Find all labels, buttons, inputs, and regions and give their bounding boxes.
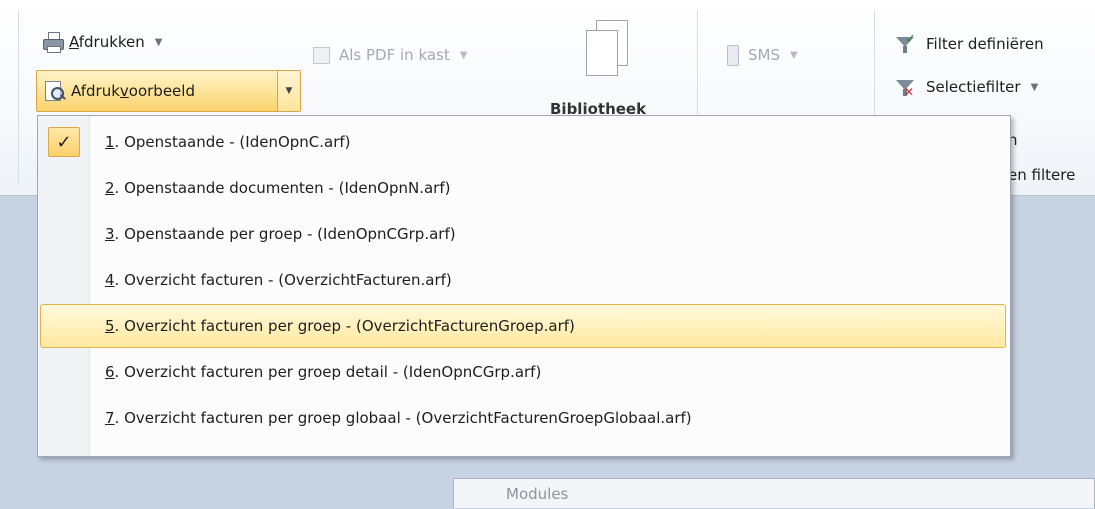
menu-item-overzicht-facturen-per-groep[interactable]: 5. Overzicht facturen per groep - (Overz… xyxy=(40,304,1006,348)
sms-label: SMS xyxy=(748,46,780,64)
pdf-in-cabinet-button[interactable]: Als PDF in kast ▼ xyxy=(311,45,467,65)
print-preview-dropdown-arrow[interactable]: ▼ xyxy=(277,71,300,111)
selection-filter-button[interactable]: ✕ Selectiefilter ▼ xyxy=(894,76,1038,98)
library-icon xyxy=(582,20,632,80)
print-label: Afdrukken xyxy=(69,33,145,51)
pdf-in-cabinet-label: Als PDF in kast xyxy=(339,46,450,64)
menu-item-overzicht-facturen[interactable]: 4. Overzicht facturen - (OverzichtFactur… xyxy=(40,258,1006,302)
printer-icon xyxy=(42,32,64,53)
menu-item-openstaande[interactable]: ✓ 1. Openstaande - (IdenOpnC.arf) xyxy=(40,120,1006,164)
filter-define-button[interactable]: ✓ Filter definiëren xyxy=(894,33,1044,55)
filter-check-icon: ✓ xyxy=(894,33,920,55)
menu-item-label: 4. Overzicht facturen - (OverzichtFactur… xyxy=(105,271,452,289)
menu-item-overzicht-facturen-per-groep-detail[interactable]: 6. Overzicht facturen per groep detail -… xyxy=(40,350,1006,394)
chevron-down-icon: ▼ xyxy=(459,49,468,61)
filter-remove-icon: ✕ xyxy=(894,76,920,98)
filter-define-label: Filter definiëren xyxy=(926,35,1044,53)
print-preview-button[interactable]: Afdrukvoorbeeld xyxy=(37,71,277,111)
ribbon-left-edge xyxy=(18,10,19,185)
print-button[interactable]: Afdrukken ▼ xyxy=(42,32,163,53)
check-icon: ✓ xyxy=(48,127,80,157)
sms-button[interactable]: SMS ▼ xyxy=(726,45,798,66)
pdf-icon xyxy=(311,45,331,65)
ribbon-partial-text: en filtere xyxy=(1008,166,1076,184)
menu-item-label: 1. Openstaande - (IdenOpnC.arf) xyxy=(105,133,351,151)
menu-item-openstaande-documenten[interactable]: 2. Openstaande documenten - (IdenOpnN.ar… xyxy=(40,166,1006,210)
menu-item-label: 2. Openstaande documenten - (IdenOpnN.ar… xyxy=(105,179,451,197)
selection-filter-label: Selectiefilter xyxy=(926,78,1021,96)
chevron-down-icon: ▼ xyxy=(154,36,163,48)
print-preview-split-button[interactable]: Afdrukvoorbeeld ▼ xyxy=(36,70,301,112)
phone-icon xyxy=(726,45,739,66)
chevron-down-icon: ▼ xyxy=(1030,81,1039,93)
menu-item-label: 6. Overzicht facturen per groep detail -… xyxy=(105,363,542,381)
print-preview-icon xyxy=(43,80,66,102)
menu-item-label: 3. Openstaande per groep - (IdenOpnCGrp.… xyxy=(105,225,456,243)
print-preview-dropdown-menu: ✓ 1. Openstaande - (IdenOpnC.arf) 2. Ope… xyxy=(37,115,1011,457)
menu-item-label: 5. Overzicht facturen per groep - (Overz… xyxy=(105,317,575,335)
menu-item-openstaande-per-groep[interactable]: 3. Openstaande per groep - (IdenOpnCGrp.… xyxy=(40,212,1006,256)
chevron-down-icon: ▼ xyxy=(790,49,798,61)
menu-item-overzicht-facturen-per-groep-globaal[interactable]: 7. Overzicht facturen per groep globaal … xyxy=(40,396,1006,440)
print-preview-label: Afdrukvoorbeeld xyxy=(71,82,195,100)
menu-item-label: 7. Overzicht facturen per groep globaal … xyxy=(105,409,692,427)
